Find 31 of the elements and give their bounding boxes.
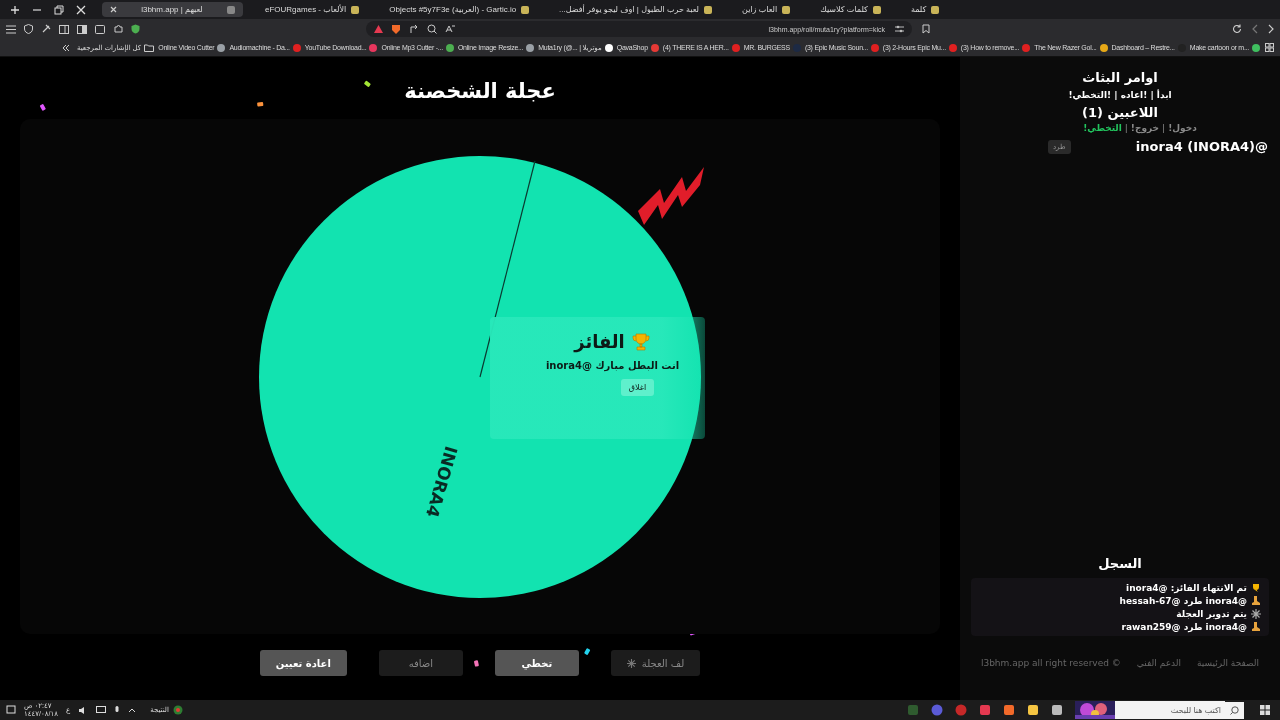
page-title: عجلة الشخصنة — [404, 79, 556, 105]
footer-link[interactable]: الصفحة الرئيسية — [1197, 658, 1260, 668]
copyright-text: l3bhm.app all right reserved © — [980, 658, 1121, 668]
command-text: !دخول — [1168, 123, 1197, 133]
command-list: !ابدأ | !اعاده | !التخطي — [1068, 90, 1172, 100]
log-entry: تم الانتهاء الفائز: @inora4 — [1126, 582, 1247, 593]
browser-tab[interactable]: كلمة — [902, 2, 948, 17]
log-entry: @inora4 طرد @rawan259 — [1121, 621, 1247, 632]
sidebar-heading: اوامر البثاث — [1082, 70, 1158, 85]
command-text: !التخطي — [1083, 123, 1122, 133]
log-entry: يتم تدوير العجلة — [1176, 608, 1247, 619]
search-field[interactable]: اكتب هنا للبحث — [1115, 701, 1225, 719]
close-button[interactable]: اغلاق — [620, 379, 655, 396]
sidebar-heading: اللاعبين (1) — [1082, 105, 1158, 120]
browser-tab[interactable]: لعبة حرب الطبول | اوف ليجو يوفر أفضل... — [551, 2, 721, 17]
control-button[interactable]: تخطي — [494, 650, 579, 676]
command-text: !خروج — [1130, 123, 1160, 133]
browser-tab[interactable]: كلمات كلاسيك — [812, 2, 889, 17]
browser-tab[interactable]: Objects #5y7F3e (العربية) - Gartic.io — [381, 2, 538, 17]
separator: | — [1124, 123, 1128, 133]
winner-message: انت البطل مبارك @inora4 — [545, 360, 680, 371]
dialog-title: الفائز — [574, 331, 625, 352]
log-heading: السجل — [1098, 556, 1142, 571]
browser-tab[interactable]: eFOURgames - الألعاب — [257, 2, 368, 17]
separator: | — [1162, 123, 1166, 133]
browser-tab[interactable]: العاب زاين — [734, 2, 799, 17]
player-name: inora4 (INORA4)@ — [1135, 139, 1268, 154]
control-button[interactable]: اعادة تعيين — [259, 650, 347, 676]
log-entry: @inora4 طرد @hessah-67 — [1119, 595, 1247, 606]
browser-tab[interactable]: l3bhm.app | لعبهم — [102, 2, 243, 17]
footer-link[interactable]: الدعم الفني — [1136, 658, 1181, 668]
